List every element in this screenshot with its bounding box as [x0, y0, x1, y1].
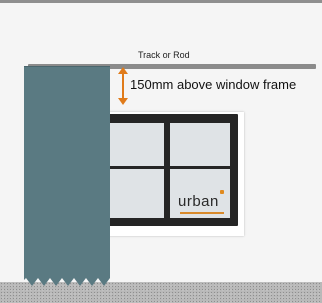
urban-logo: urban: [178, 193, 219, 210]
window-pane: [110, 169, 164, 218]
measurement-label: 150mm above window frame: [130, 77, 297, 92]
logo-underline: [180, 212, 224, 214]
window-pane: [170, 123, 230, 166]
curtain-panel: [24, 66, 110, 286]
track-label: Track or Rod: [138, 50, 190, 60]
logo-accent: [220, 190, 224, 194]
window-pane: [110, 123, 164, 166]
double-arrow-icon: [118, 67, 128, 105]
